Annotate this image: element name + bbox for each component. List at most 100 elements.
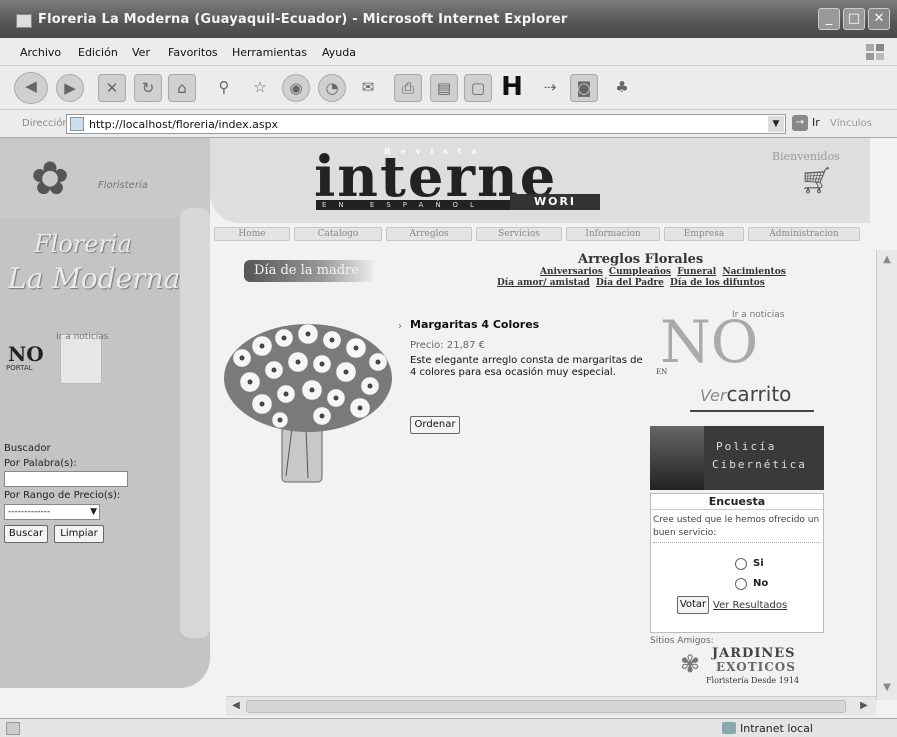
order-button[interactable]: Ordenar <box>410 416 460 434</box>
news-logo-text: NO <box>660 308 759 376</box>
page-icon <box>70 117 84 131</box>
menu-favoritos[interactable]: Favoritos <box>168 46 218 59</box>
nav-catalogo[interactable]: Catalogo <box>294 227 382 241</box>
search-icon[interactable]: ⚲ <box>210 74 238 102</box>
poll-question: Cree usted que le hemos ofrecido un buen… <box>653 514 821 543</box>
product-flower-image[interactable] <box>222 318 398 486</box>
link-funeral[interactable]: Funeral <box>677 267 716 277</box>
nav-home[interactable]: Home <box>214 227 290 241</box>
page-viewport: ✿ Floristería Floreria La Moderna Ir a n… <box>0 138 897 718</box>
favorites-icon[interactable]: ☆ <box>246 74 274 102</box>
view-cart-link[interactable]: Vercarrito <box>700 382 791 406</box>
horizontal-scroll-thumb[interactable] <box>246 700 846 713</box>
product-price: Precio: 21,87 € <box>410 340 486 351</box>
edit-icon[interactable]: ▤ <box>430 74 458 102</box>
pin-icon[interactable]: ⇢ <box>536 74 564 102</box>
cyber-police-banner[interactable]: Policía Cibernética <box>650 426 824 490</box>
search-button[interactable]: Buscar <box>4 525 48 543</box>
horizontal-scrollbar[interactable]: ◀ ▶ <box>226 696 876 716</box>
nav-administracion[interactable]: Administracion <box>748 227 860 241</box>
scroll-right-icon[interactable]: ▶ <box>856 698 872 714</box>
scroll-up-icon[interactable]: ▲ <box>879 252 895 268</box>
history-icon[interactable]: ◔ <box>318 74 346 102</box>
product-name[interactable]: Margaritas 4 Colores <box>410 318 539 331</box>
nav-servicios[interactable]: Servicios <box>476 227 562 241</box>
view-cart-ver: Ver <box>700 386 727 405</box>
news-logo[interactable]: NO EN <box>656 313 758 376</box>
close-button[interactable]: ✕ <box>868 8 890 30</box>
search-word-label: Por Palabra(s): <box>4 458 77 469</box>
print-icon[interactable]: ⎙ <box>394 74 422 102</box>
banner-subtitle: EN ESPAÑOL <box>316 200 516 210</box>
minimize-button[interactable]: _ <box>818 8 840 30</box>
link-aniversarios[interactable]: Aniversarios <box>540 267 603 277</box>
jardines-line-2: EXOTICOS <box>716 660 796 674</box>
link-dia-del-padre[interactable]: Día del Padre <box>596 278 664 288</box>
cyber-police-image <box>650 426 704 490</box>
sidebar-portal-label: PORTAL <box>6 364 33 372</box>
menu-edicion[interactable]: Edición <box>78 46 118 59</box>
search-title: Buscador <box>4 443 51 454</box>
nav-informacion[interactable]: Informacion <box>566 227 660 241</box>
discuss-icon[interactable]: ▢ <box>464 74 492 102</box>
view-cart-label: carrito <box>726 382 792 406</box>
menu-archivo[interactable]: Archivo <box>20 46 61 59</box>
poll-option-no-label: No <box>753 578 769 589</box>
jardines-exoticos-logo[interactable]: ✾ JARDINES EXOTICOS Floristería Desde 19… <box>680 646 820 690</box>
menu-herramientas[interactable]: Herramientas <box>232 46 307 59</box>
section-title: Día de la madre <box>244 260 374 282</box>
window-title: Floreria La Moderna (Guayaquil-Ecuador) … <box>38 12 568 27</box>
price-range-select[interactable]: ------------- ▼ <box>4 504 100 520</box>
scroll-down-icon[interactable]: ▼ <box>879 680 895 696</box>
menu-ayuda[interactable]: Ayuda <box>322 46 356 59</box>
search-price-label: Por Rango de Precio(s): <box>4 490 121 501</box>
menu-ver[interactable]: Ver <box>132 46 150 59</box>
nav-empresa[interactable]: Empresa <box>664 227 744 241</box>
link-dia-de-los-difuntos[interactable]: Día de los difuntos <box>670 278 765 288</box>
view-results-link[interactable]: Ver Resultados <box>713 600 787 611</box>
nav-menu: Home Catalogo Arreglos Servicios Informa… <box>214 227 864 243</box>
welcome-text: Bienvenidos <box>772 150 840 163</box>
forward-icon[interactable]: ▶ <box>56 74 84 102</box>
window-titlebar: Floreria La Moderna (Guayaquil-Ecuador) … <box>0 0 897 38</box>
sidebar-header: ✿ Floristería <box>0 138 210 218</box>
home-icon[interactable]: ⌂ <box>168 74 196 102</box>
maximize-button[interactable]: □ <box>843 8 865 30</box>
ie-app-icon <box>16 14 32 28</box>
jardines-line-3: Floristería Desde 1914 <box>706 676 800 685</box>
link-nacimientos[interactable]: Nacimientos <box>722 267 785 277</box>
media-icon[interactable]: ◉ <box>282 74 310 102</box>
status-bar: Intranet local <box>0 718 897 737</box>
address-input[interactable]: http://localhost/floreria/index.aspx ▼ <box>66 114 786 134</box>
link-cumpleanos[interactable]: Cumpleaños <box>609 267 671 277</box>
research-icon[interactable]: ♣ <box>608 74 636 102</box>
header-banner: Revista interne EN ESPAÑOL WORI Bienvenid… <box>210 138 870 223</box>
link-dia-amor-amistad[interactable]: Día amor/ amistad <box>497 278 590 288</box>
shopping-cart-icon[interactable]: 🛒︎ <box>800 166 833 196</box>
poll-option-no-radio[interactable] <box>735 578 747 590</box>
address-label: Dirección <box>22 118 69 129</box>
go-button[interactable]: → Ir <box>792 115 820 131</box>
vote-button[interactable]: Votar <box>677 596 709 614</box>
poll-option-si-radio[interactable] <box>735 558 747 570</box>
vertical-scrollbar[interactable]: ▲ ▼ <box>876 250 897 700</box>
search-input[interactable] <box>4 471 128 487</box>
address-url[interactable]: http://localhost/floreria/index.aspx <box>89 118 278 131</box>
news-logo-en: EN <box>656 368 668 376</box>
scroll-left-icon[interactable]: ◀ <box>228 698 244 714</box>
friends-label: Sitios Amigos: <box>650 636 714 646</box>
sidebar-news-link[interactable]: Ir a noticias <box>56 332 108 342</box>
stop-icon[interactable]: ✕ <box>98 74 126 102</box>
address-bar: Dirección http://localhost/floreria/inde… <box>0 110 897 138</box>
mail-icon[interactable]: ✉ <box>354 74 382 102</box>
refresh-icon[interactable]: ↻ <box>134 74 162 102</box>
nav-arreglos[interactable]: Arreglos <box>386 227 472 241</box>
address-dropdown-icon[interactable]: ▼ <box>768 116 784 132</box>
clear-button[interactable]: Limpiar <box>54 525 104 543</box>
back-icon[interactable]: ◀ <box>14 72 48 104</box>
h-toolbar-icon[interactable]: H <box>498 74 526 102</box>
messenger-icon[interactable]: ◙ <box>570 74 598 102</box>
links-label[interactable]: Vínculos <box>830 118 872 129</box>
banner-subtitle-2: WORI <box>510 194 600 210</box>
windows-flag-icon <box>866 44 884 60</box>
